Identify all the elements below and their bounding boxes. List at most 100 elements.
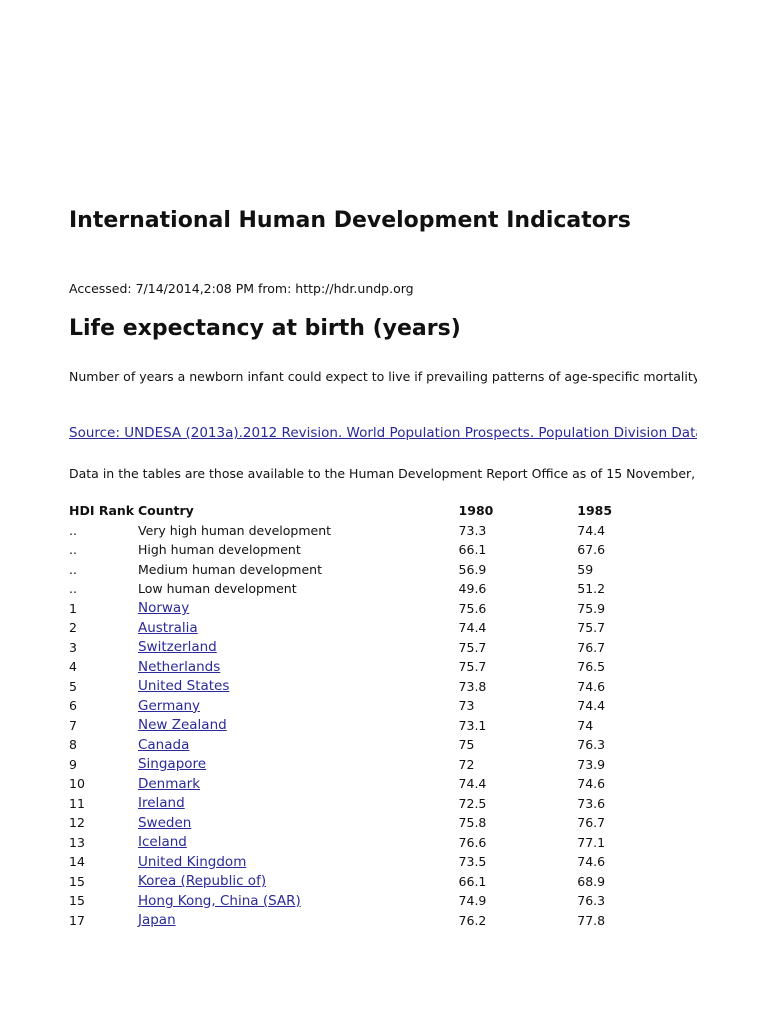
header-country: Country — [137, 503, 194, 519]
country-cell: United States — [138, 677, 459, 697]
country-link[interactable]: Iceland — [138, 834, 187, 850]
table-row: 1 Norway 75.6 75.9 — [69, 599, 697, 619]
value-1985-cell: 75.9 — [577, 600, 606, 616]
country-cell: Very high human development — [137, 522, 332, 538]
table-row: 15 Hong Kong, China (SAR) 74.9 76.3 — [69, 891, 697, 911]
hdi-rank-cell: 7 — [69, 717, 77, 733]
table-row: 12 Sweden 75.8 76.7 — [69, 813, 697, 833]
country-link[interactable]: Singapore — [138, 756, 206, 772]
value-1980-cell: 72.5 — [458, 795, 487, 811]
country-link[interactable]: Canada — [138, 737, 189, 753]
country-cell: United Kingdom — [138, 852, 459, 872]
source-link[interactable]: Source: UNDESA (2013a).2012 Revision. Wo… — [69, 425, 697, 441]
country-link[interactable]: Sweden — [138, 815, 191, 831]
page-title: International Human Development Indicato… — [69, 208, 631, 233]
hdi-rank-cell: 8 — [69, 737, 77, 753]
country-cell: Germany — [138, 696, 459, 716]
indicator-description: Number of years a newborn infant could e… — [69, 369, 697, 384]
value-1980-cell: 49.6 — [458, 581, 487, 597]
hdi-rank-cell: 17 — [69, 912, 85, 928]
table-row: 5 United States 73.8 74.6 — [69, 677, 697, 697]
table-row: 14 United Kingdom 73.5 74.6 — [69, 852, 697, 872]
hdi-rank-cell: 15 — [69, 893, 85, 909]
country-cell: High human development — [137, 542, 301, 558]
hdi-rank-cell: 14 — [69, 854, 85, 870]
table-row: .. High human development 66.1 67.6 — [69, 540, 697, 560]
value-1985-cell: 73.6 — [577, 795, 606, 811]
table-row: .. Medium human development 56.9 59 — [69, 560, 697, 580]
country-cell: Canada — [138, 735, 459, 755]
value-1985-cell: 74.6 — [577, 678, 606, 694]
value-1985-cell: 76.3 — [577, 737, 606, 753]
value-1980-cell: 73 — [458, 698, 475, 714]
country-link[interactable]: Germany — [138, 698, 200, 714]
table-row: 4 Netherlands 75.7 76.5 — [69, 657, 697, 677]
country-link[interactable]: Ireland — [138, 795, 185, 811]
value-1985-cell: 74.4 — [577, 698, 606, 714]
country-cell: Switzerland — [138, 638, 459, 658]
value-1980-cell: 74.9 — [458, 893, 487, 909]
country-cell: Iceland — [138, 833, 459, 853]
header-hdi-rank: HDI Rank — [69, 503, 135, 519]
value-1980-cell: 75.7 — [458, 659, 487, 675]
hdi-rank-cell: .. — [69, 542, 77, 558]
country-link[interactable]: Korea (Republic of) — [138, 873, 266, 889]
data-note: Data in the tables are those available t… — [69, 466, 697, 481]
value-1985-cell: 75.7 — [577, 620, 606, 636]
value-1980-cell: 73.3 — [458, 522, 487, 538]
header-1985: 1985 — [577, 503, 613, 519]
hdi-rank-cell: 1 — [69, 600, 77, 616]
value-1985-cell: 76.3 — [577, 893, 606, 909]
document-page: International Human Development Indicato… — [0, 0, 697, 1024]
table-row: 8 Canada 75 76.3 — [69, 735, 697, 755]
hdi-rank-cell: .. — [69, 522, 77, 538]
value-1985-cell: 74.4 — [577, 522, 606, 538]
country-cell: Medium human development — [137, 561, 322, 577]
country-cell: Australia — [138, 618, 459, 638]
value-1980-cell: 66.1 — [458, 873, 487, 889]
value-1980-cell: 73.1 — [458, 717, 487, 733]
value-1985-cell: 76.5 — [577, 659, 606, 675]
table-row: 17 Japan 76.2 77.8 — [69, 911, 697, 931]
country-link[interactable]: Australia — [138, 620, 198, 636]
value-1985-cell: 73.9 — [577, 756, 606, 772]
accessed-text: Accessed: 7/14/2014,2:08 PM from: http:/… — [69, 281, 414, 296]
country-link[interactable]: Hong Kong, China (SAR) — [138, 893, 301, 909]
hdi-rank-cell: .. — [69, 561, 77, 577]
value-1980-cell: 56.9 — [458, 561, 487, 577]
value-1980-cell: 74.4 — [458, 620, 487, 636]
value-1985-cell: 77.8 — [577, 912, 606, 928]
country-link[interactable]: Japan — [138, 912, 176, 928]
country-link[interactable]: Denmark — [138, 776, 200, 792]
country-cell: Korea (Republic of) — [138, 872, 459, 892]
value-1985-cell: 67.6 — [577, 542, 606, 558]
value-1985-cell: 74 — [577, 717, 594, 733]
country-cell: Denmark — [138, 774, 459, 794]
value-1980-cell: 75.6 — [458, 600, 487, 616]
hdi-rank-cell: 2 — [69, 620, 77, 636]
value-1980-cell: 75.7 — [458, 639, 487, 655]
country-cell: Ireland — [138, 794, 459, 814]
value-1980-cell: 75 — [458, 737, 475, 753]
table-row: .. Low human development 49.6 51.2 — [69, 579, 697, 599]
value-1985-cell: 76.7 — [577, 639, 606, 655]
country-cell: Hong Kong, China (SAR) — [138, 891, 459, 911]
country-link[interactable]: Netherlands — [138, 659, 220, 675]
data-table: HDI Rank Country 1980 1985 .. Very high h… — [69, 501, 697, 930]
country-link[interactable]: United States — [138, 678, 229, 694]
value-1985-cell: 68.9 — [577, 873, 606, 889]
country-cell: Norway — [138, 599, 459, 619]
country-link[interactable]: New Zealand — [138, 717, 227, 733]
hdi-rank-cell: .. — [69, 581, 77, 597]
hdi-rank-cell: 3 — [69, 639, 77, 655]
value-1985-cell: 51.2 — [577, 581, 606, 597]
table-row: 7 New Zealand 73.1 74 — [69, 716, 697, 736]
hdi-rank-cell: 4 — [69, 659, 77, 675]
country-link[interactable]: Norway — [138, 600, 189, 616]
country-link[interactable]: Switzerland — [138, 639, 217, 655]
value-1980-cell: 74.4 — [458, 776, 487, 792]
hdi-rank-cell: 15 — [69, 873, 85, 889]
country-link[interactable]: United Kingdom — [138, 854, 246, 870]
value-1985-cell: 74.6 — [577, 776, 606, 792]
value-1980-cell: 76.6 — [458, 834, 487, 850]
